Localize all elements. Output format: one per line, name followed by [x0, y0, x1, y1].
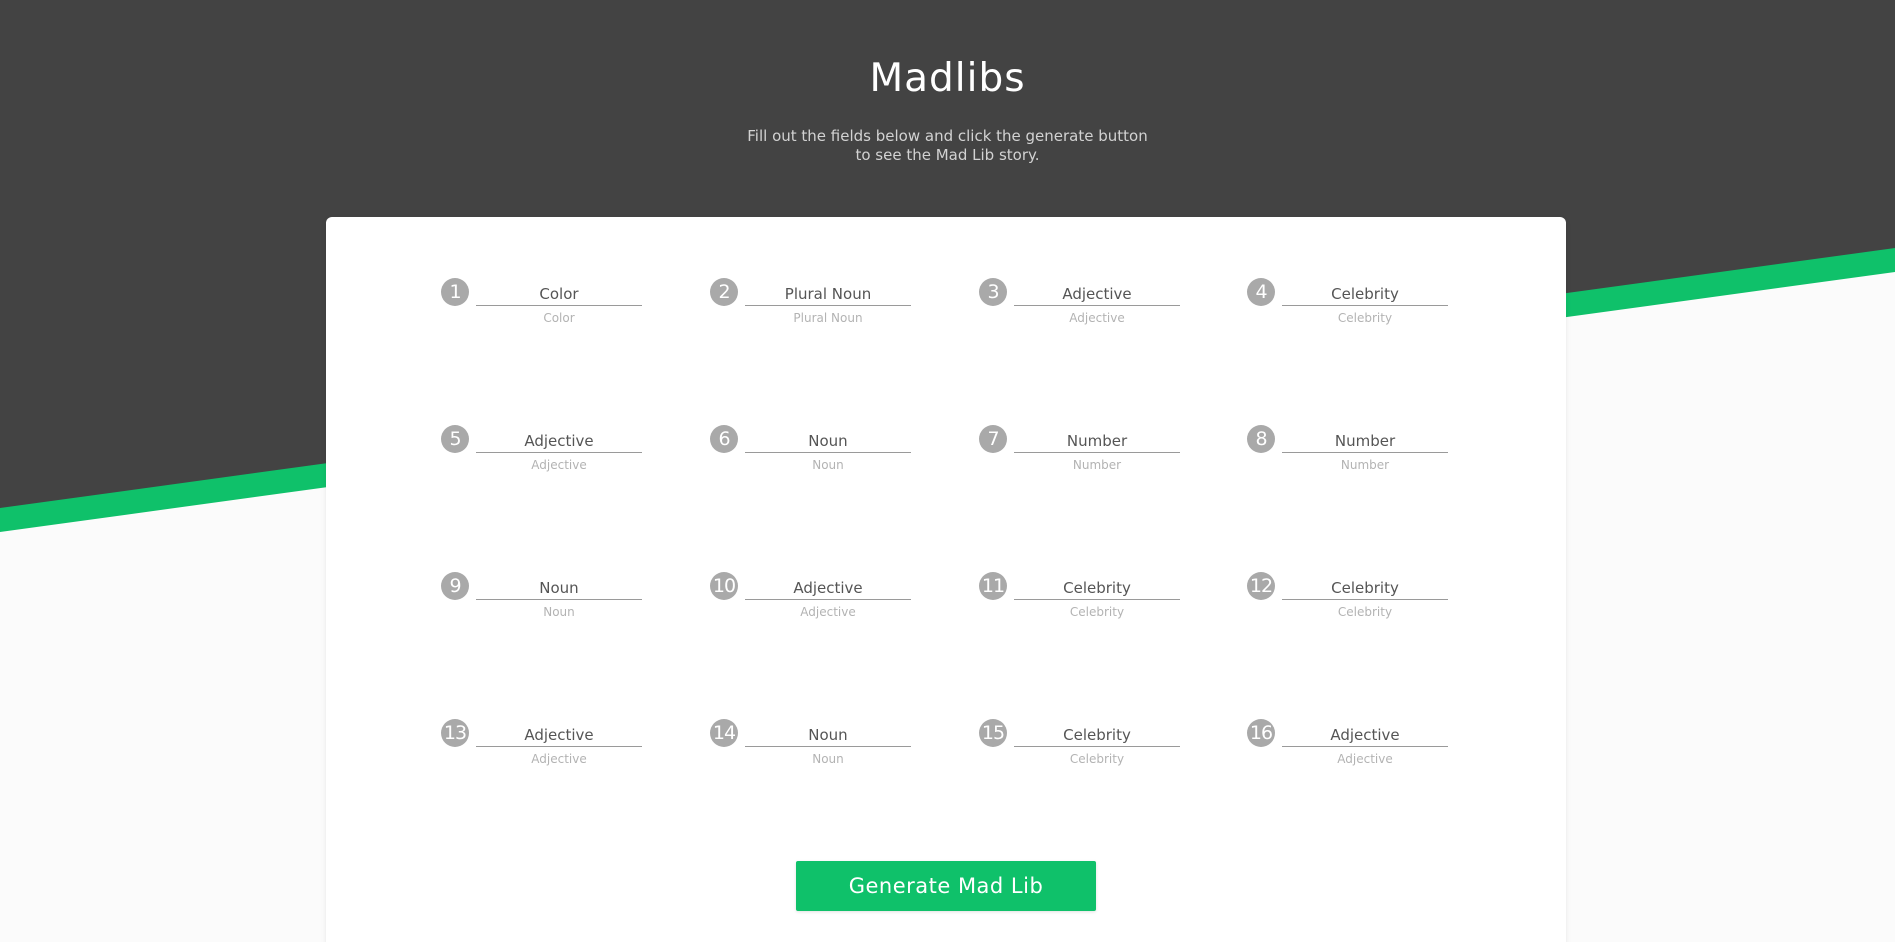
field-input[interactable]: [476, 430, 642, 453]
madlib-field-16: 16 Adjective: [1247, 710, 1457, 766]
field-number-badge: 3: [979, 278, 1007, 306]
field-hint-label: Noun: [812, 458, 844, 472]
madlib-field-7: 7 Number: [979, 416, 1189, 472]
field-input[interactable]: [1014, 283, 1180, 306]
field-number-badge: 5: [441, 425, 469, 453]
field-number-badge: 15: [979, 719, 1007, 747]
field-hint-label: Adjective: [800, 605, 856, 619]
field-hint-label: Noun: [543, 605, 575, 619]
madlib-field-4: 4 Celebrity: [1247, 269, 1457, 325]
field-number-badge: 16: [1247, 719, 1275, 747]
field-input[interactable]: [1282, 577, 1448, 600]
madlib-field-14: 14 Noun: [710, 710, 920, 766]
field-hint-label: Plural Noun: [793, 311, 863, 325]
field-hint-label: Noun: [812, 752, 844, 766]
madlib-field-9: 9 Noun: [441, 563, 651, 619]
field-input[interactable]: [1282, 283, 1448, 306]
field-number-badge: 14: [710, 719, 738, 747]
field-number-badge: 9: [441, 572, 469, 600]
madlib-form-card: 1 Color 2 Plural Noun 3 Adjective 4 Celebrity 5 A…: [326, 217, 1566, 942]
field-hint-label: Celebrity: [1069, 605, 1125, 619]
field-hint-label: Celebrity: [1337, 605, 1393, 619]
field-hint-label: Adjective: [1069, 311, 1125, 325]
madlib-field-13: 13 Adjective: [441, 710, 651, 766]
field-input[interactable]: [745, 430, 911, 453]
subtitle-line-2: to see the Mad Lib story.: [855, 146, 1040, 164]
field-input[interactable]: [1282, 430, 1448, 453]
page-title: Madlibs: [869, 56, 1026, 101]
page: Madlibs Fill out the fields below and cl…: [0, 0, 1895, 942]
field-hint-label: Celebrity: [1337, 311, 1393, 325]
field-input[interactable]: [1014, 724, 1180, 747]
field-input[interactable]: [476, 577, 642, 600]
field-input[interactable]: [745, 724, 911, 747]
field-hint-label: Adjective: [531, 752, 587, 766]
field-hint-label: Number: [1340, 458, 1390, 472]
madlib-field-15: 15 Celebrity: [979, 710, 1189, 766]
generate-madlib-button[interactable]: Generate Mad Lib: [796, 861, 1096, 911]
field-number-badge: 13: [441, 719, 469, 747]
madlib-field-5: 5 Adjective: [441, 416, 651, 472]
madlib-field-1: 1 Color: [441, 269, 651, 325]
field-hint-label: Number: [1072, 458, 1122, 472]
field-input[interactable]: [745, 283, 911, 306]
subtitle-line-1: Fill out the fields below and click the …: [747, 127, 1148, 145]
field-number-badge: 1: [441, 278, 469, 306]
field-number-badge: 10: [710, 572, 738, 600]
page-subtitle: Fill out the fields below and click the …: [0, 127, 1895, 165]
field-hint-label: Adjective: [531, 458, 587, 472]
field-number-badge: 12: [1247, 572, 1275, 600]
field-number-badge: 11: [979, 572, 1007, 600]
madlib-field-3: 3 Adjective: [979, 269, 1189, 325]
field-number-badge: 8: [1247, 425, 1275, 453]
madlib-field-11: 11 Celebrity: [979, 563, 1189, 619]
madlib-field-2: 2 Plural Noun: [710, 269, 920, 325]
madlib-field-8: 8 Number: [1247, 416, 1457, 472]
field-hint-label: Celebrity: [1069, 752, 1125, 766]
madlib-field-12: 12 Celebrity: [1247, 563, 1457, 619]
field-number-badge: 7: [979, 425, 1007, 453]
field-number-badge: 6: [710, 425, 738, 453]
field-input[interactable]: [476, 283, 642, 306]
field-input[interactable]: [745, 577, 911, 600]
field-hint-label: Color: [543, 311, 575, 325]
field-number-badge: 2: [710, 278, 738, 306]
madlib-field-10: 10 Adjective: [710, 563, 920, 619]
field-input[interactable]: [1014, 577, 1180, 600]
field-input[interactable]: [1014, 430, 1180, 453]
field-hint-label: Adjective: [1337, 752, 1393, 766]
madlib-field-6: 6 Noun: [710, 416, 920, 472]
field-input[interactable]: [476, 724, 642, 747]
field-number-badge: 4: [1247, 278, 1275, 306]
field-input[interactable]: [1282, 724, 1448, 747]
